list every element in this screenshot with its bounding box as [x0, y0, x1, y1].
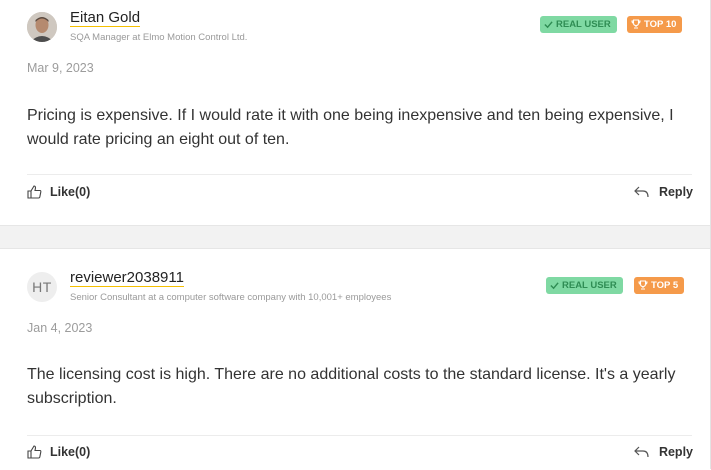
- thumbs-up-icon: [27, 185, 42, 199]
- reviewer-avatar[interactable]: HT: [27, 272, 57, 302]
- like-label: Like(0): [50, 185, 91, 199]
- real-user-badge: REAL USER: [546, 277, 623, 294]
- real-user-label: REAL USER: [562, 280, 617, 291]
- review-text: Pricing is expensive. If I would rate it…: [27, 107, 674, 148]
- review-separator: [0, 225, 711, 249]
- reply-arrow-icon: [634, 186, 649, 198]
- check-icon: [544, 21, 553, 29]
- like-label: Like(0): [50, 445, 91, 459]
- real-user-badge: REAL USER: [540, 16, 617, 33]
- reply-label: Reply: [658, 445, 693, 459]
- trophy-icon: [631, 19, 641, 29]
- review-card: HT reviewer2038911 Senior Consultant at …: [0, 248, 711, 470]
- check-icon: [550, 282, 559, 290]
- divider: [27, 174, 692, 175]
- review-text: The licensing cost is high. There are no…: [27, 366, 676, 407]
- real-user-label: REAL USER: [556, 19, 611, 30]
- top-rank-badge: TOP 5: [634, 277, 685, 294]
- top-rank-label: TOP 10: [644, 19, 677, 30]
- thumbs-up-icon: [27, 445, 42, 459]
- review-card: Eitan Gold SQA Manager at Elmo Motion Co…: [0, 0, 711, 225]
- reply-arrow-icon: [634, 446, 649, 458]
- review-date: Mar 9, 2023: [27, 61, 94, 75]
- review-date: Jan 4, 2023: [27, 321, 93, 335]
- reply-button[interactable]: Reply: [634, 185, 693, 199]
- trophy-icon: [638, 280, 648, 290]
- reviewer-avatar[interactable]: [27, 12, 57, 42]
- reviewer-name[interactable]: reviewer2038911: [70, 269, 184, 287]
- reply-button[interactable]: Reply: [634, 445, 693, 459]
- like-button[interactable]: Like(0): [27, 445, 90, 459]
- reviewer-title: Senior Consultant at a computer software…: [70, 292, 392, 303]
- like-button[interactable]: Like(0): [27, 185, 90, 199]
- top-rank-badge: TOP 10: [627, 16, 683, 33]
- reviewer-name[interactable]: Eitan Gold: [70, 9, 141, 27]
- top-rank-label: TOP 5: [651, 280, 679, 291]
- divider: [27, 435, 692, 436]
- reviewer-title: SQA Manager at Elmo Motion Control Ltd.: [70, 32, 248, 43]
- reply-label: Reply: [658, 185, 693, 199]
